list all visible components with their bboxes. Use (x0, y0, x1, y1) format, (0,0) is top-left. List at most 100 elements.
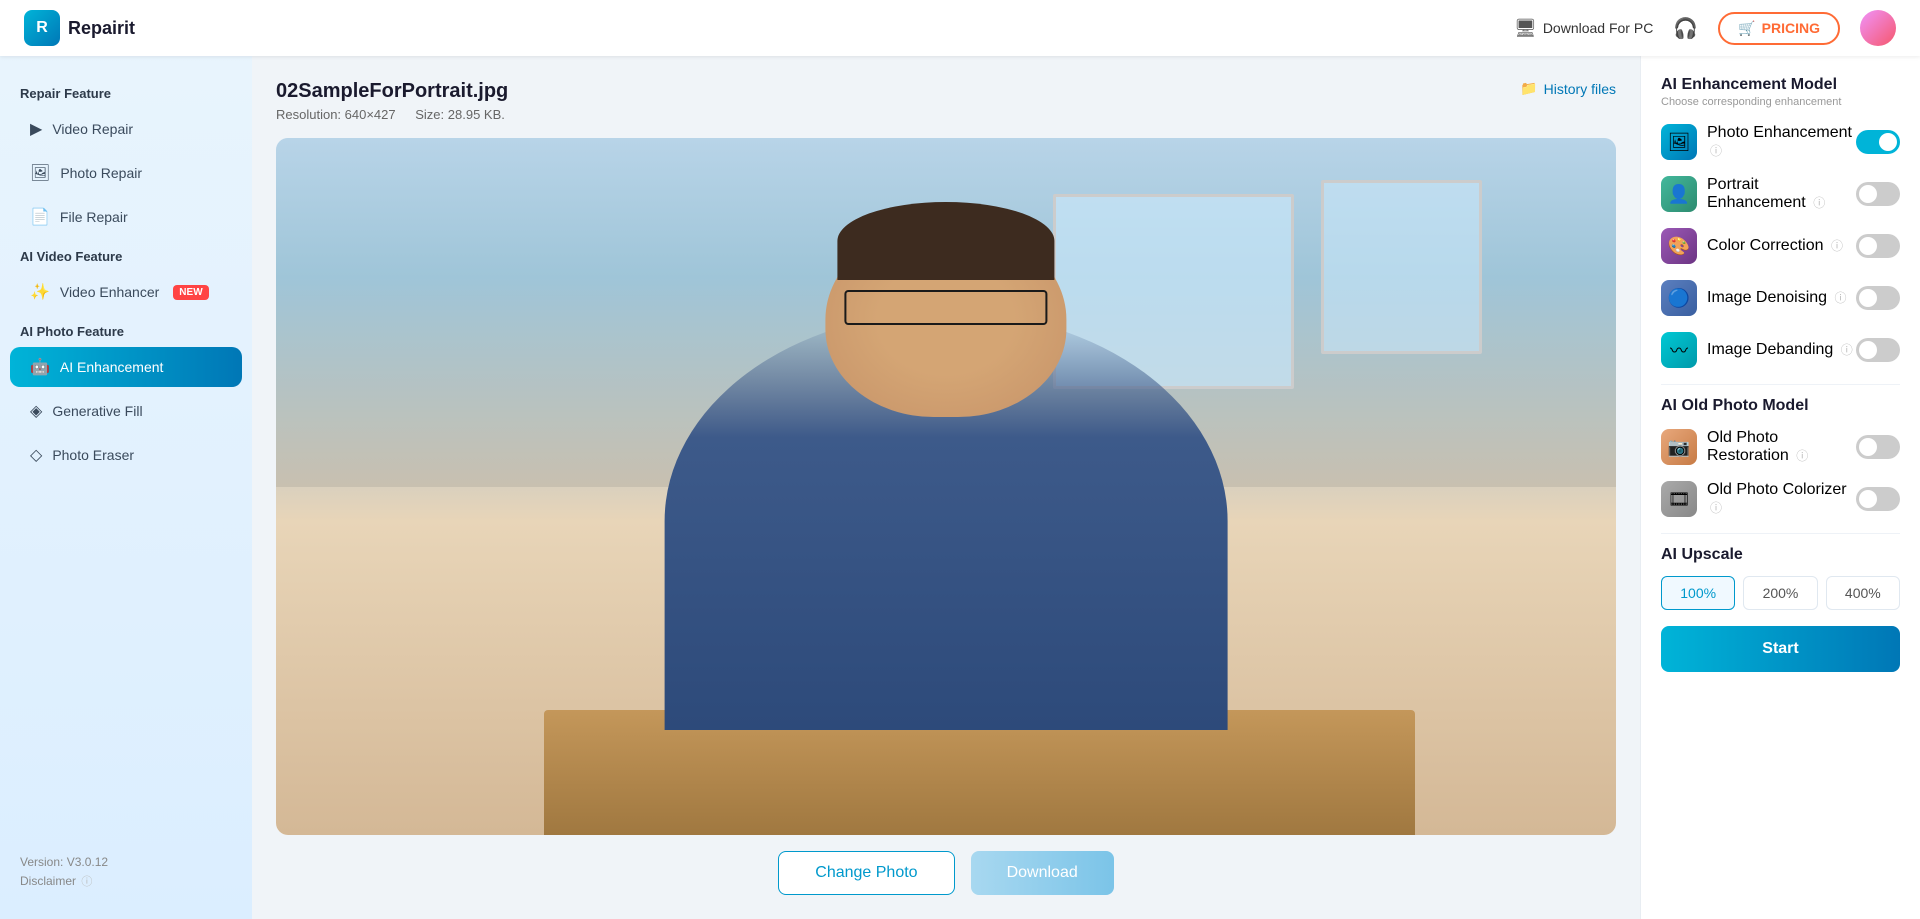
window-element-2 (1321, 180, 1482, 354)
image-debanding-info-icon[interactable]: ⓘ (1841, 343, 1853, 357)
portrait-enhancement-info-icon[interactable]: ⓘ (1813, 196, 1825, 210)
disclaimer-link[interactable]: Disclaimer ⓘ (20, 873, 232, 889)
image-debanding-toggle[interactable] (1856, 338, 1900, 362)
pricing-button[interactable]: 🛒 PRICING (1718, 12, 1840, 45)
old-photo-colorizer-label: Old Photo Colorizer ⓘ (1707, 481, 1856, 517)
person-hair (837, 202, 1054, 280)
image-denoising-info-icon[interactable]: ⓘ (1835, 291, 1847, 305)
color-correction-toggle[interactable] (1856, 234, 1900, 258)
color-correction-left: 🎨 Color Correction ⓘ (1661, 228, 1843, 264)
color-correction-text: Color Correction (1707, 237, 1823, 254)
panel-divider-2 (1661, 533, 1900, 534)
image-debanding-label: Image Debanding ⓘ (1707, 341, 1853, 359)
file-size: Size: 28.95 KB. (415, 107, 505, 122)
sidebar-item-video-enhancer[interactable]: ✨ Video Enhancer NEW (10, 272, 242, 312)
sidebar-item-label-photo-eraser: Photo Eraser (52, 447, 134, 463)
content-area: 02SampleForPortrait.jpg Resolution: 640×… (252, 56, 1640, 919)
photo-enhancement-item: 🖼 Photo Enhancement ⓘ (1661, 124, 1900, 160)
sidebar-item-label-photo-repair: Photo Repair (60, 165, 142, 181)
upscale-100-button[interactable]: 100% (1661, 576, 1735, 610)
old-photo-restoration-left: 📷 Old Photo Restoration ⓘ (1661, 429, 1856, 465)
sidebar-item-label-generative-fill: Generative Fill (52, 403, 142, 419)
photo-enhancement-info-icon[interactable]: ⓘ (1710, 144, 1722, 158)
image-denoising-label: Image Denoising ⓘ (1707, 289, 1847, 307)
logo-icon: R (24, 10, 60, 46)
download-pc-button[interactable]: 🖥 Download For PC (1514, 18, 1653, 39)
person-face (825, 222, 1066, 417)
action-buttons: Change Photo Download (276, 851, 1616, 895)
version-label: Version: V3.0.12 (20, 855, 232, 869)
portrait-enhancement-icon: 👤 (1661, 176, 1697, 212)
image-denoising-toggle[interactable] (1856, 286, 1900, 310)
upscale-200-button[interactable]: 200% (1743, 576, 1817, 610)
upscale-options: 100% 200% 400% (1661, 576, 1900, 610)
upscale-400-button[interactable]: 400% (1826, 576, 1900, 610)
sidebar-item-photo-eraser[interactable]: ◇ Photo Eraser (10, 435, 242, 475)
change-photo-button[interactable]: Change Photo (778, 851, 954, 895)
image-denoising-left: 🔵 Image Denoising ⓘ (1661, 280, 1847, 316)
app-logo[interactable]: R Repairit (24, 10, 135, 46)
download-button[interactable]: Download (971, 851, 1114, 895)
user-avatar[interactable] (1860, 10, 1896, 46)
ai-video-feature-label: AI Video Feature (0, 239, 252, 270)
photo-enhancement-label: Photo Enhancement ⓘ (1707, 124, 1856, 160)
sidebar-item-photo-repair[interactable]: 🖼 Photo Repair (10, 153, 242, 193)
file-title: 02SampleForPortrait.jpg (276, 80, 521, 103)
photo-enhancement-toggle[interactable] (1856, 130, 1900, 154)
photo-enhancement-left: 🖼 Photo Enhancement ⓘ (1661, 124, 1856, 160)
old-photo-restoration-info-icon[interactable]: ⓘ (1796, 449, 1808, 463)
panel-divider-1 (1661, 384, 1900, 385)
sidebar-item-file-repair[interactable]: 📄 File Repair (10, 197, 242, 237)
video-repair-icon: ▶ (30, 119, 42, 139)
old-photo-colorizer-item: 🎞 Old Photo Colorizer ⓘ (1661, 481, 1900, 517)
color-correction-icon: 🎨 (1661, 228, 1697, 264)
photo-enhancement-text: Photo Enhancement (1707, 124, 1852, 141)
old-photo-colorizer-toggle[interactable] (1856, 487, 1900, 511)
sidebar-item-label-video-enhancer: Video Enhancer (60, 284, 159, 300)
portrait-enhancement-toggle[interactable] (1856, 182, 1900, 206)
image-preview-container (276, 138, 1616, 835)
old-photo-restoration-label: Old Photo Restoration ⓘ (1707, 429, 1856, 465)
file-header: 02SampleForPortrait.jpg Resolution: 640×… (276, 80, 1616, 122)
portrait-enhancement-label: Portrait Enhancement ⓘ (1707, 176, 1856, 212)
history-files-button[interactable]: 📁 History files (1520, 80, 1616, 97)
photo-enhancement-icon: 🖼 (1661, 124, 1697, 160)
portrait-enhancement-text: Portrait Enhancement (1707, 176, 1806, 211)
old-photo-colorizer-text: Old Photo Colorizer (1707, 481, 1847, 498)
ai-enhancement-icon: 🤖 (30, 357, 50, 377)
portrait-enhancement-item: 👤 Portrait Enhancement ⓘ (1661, 176, 1900, 212)
photo-repair-icon: 🖼 (30, 163, 50, 183)
file-info: 02SampleForPortrait.jpg Resolution: 640×… (276, 80, 521, 122)
repair-feature-label: Repair Feature (0, 76, 252, 107)
start-button[interactable]: Start (1661, 626, 1900, 672)
ai-photo-feature-label: AI Photo Feature (0, 314, 252, 345)
new-badge: NEW (173, 285, 208, 300)
old-photo-restoration-item: 📷 Old Photo Restoration ⓘ (1661, 429, 1900, 465)
topnav-right: 🖥 Download For PC 🎧 🛒 PRICING (1514, 10, 1896, 46)
generative-fill-icon: ◈ (30, 401, 42, 421)
old-photo-colorizer-info-icon[interactable]: ⓘ (1710, 501, 1722, 515)
sidebar-bottom: Version: V3.0.12 Disclaimer ⓘ (0, 845, 252, 899)
sidebar-item-label-ai-enhancement: AI Enhancement (60, 359, 164, 375)
image-debanding-left: 〰 Image Debanding ⓘ (1661, 332, 1853, 368)
sidebar: Repair Feature ▶ Video Repair 🖼 Photo Re… (0, 56, 252, 919)
old-photo-restoration-toggle[interactable] (1856, 435, 1900, 459)
sidebar-item-generative-fill[interactable]: ◈ Generative Fill (10, 391, 242, 431)
main-layout: Repair Feature ▶ Video Repair 🖼 Photo Re… (0, 56, 1920, 919)
sidebar-item-label-file-repair: File Repair (60, 209, 128, 225)
help-icon[interactable]: 🎧 (1673, 16, 1698, 41)
monitor-icon: 🖥 (1514, 18, 1537, 39)
person-glasses (845, 290, 1048, 325)
history-files-label: History files (1544, 81, 1616, 97)
sidebar-item-ai-enhancement[interactable]: 🤖 AI Enhancement (10, 347, 242, 387)
color-correction-info-icon[interactable]: ⓘ (1831, 239, 1843, 253)
image-debanding-item: 〰 Image Debanding ⓘ (1661, 332, 1900, 368)
sidebar-item-video-repair[interactable]: ▶ Video Repair (10, 109, 242, 149)
pricing-label: PRICING (1762, 20, 1820, 36)
video-enhancer-icon: ✨ (30, 282, 50, 302)
disclaimer-label: Disclaimer (20, 874, 76, 888)
sidebar-item-label-video-repair: Video Repair (52, 121, 133, 137)
old-photo-restoration-icon: 📷 (1661, 429, 1697, 465)
upscale-section: AI Upscale 100% 200% 400% Start (1661, 546, 1900, 672)
image-denoising-item: 🔵 Image Denoising ⓘ (1661, 280, 1900, 316)
